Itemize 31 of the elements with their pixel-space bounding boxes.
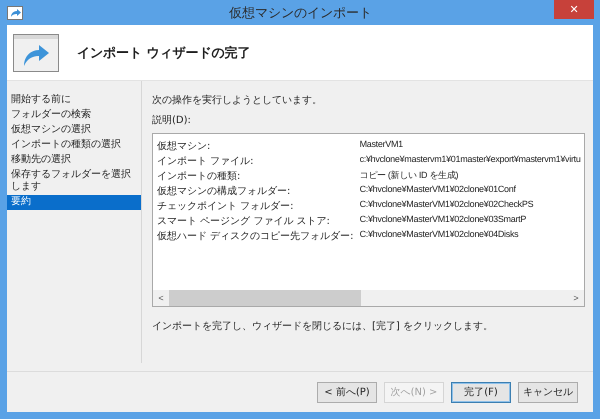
close-button[interactable]: ✕ [554, 0, 594, 19]
sidebar-item[interactable]: 保存するフォルダーを選択します [7, 168, 141, 195]
summary-label: チェックポイント フォルダー: [157, 200, 295, 213]
scrollbar-thumb[interactable] [169, 290, 361, 306]
summary-label: 仮想ハード ディスクのコピー先フォルダー: [157, 230, 354, 243]
sidebar-item[interactable]: フォルダーの検索 [7, 108, 141, 123]
summary-label: 仮想マシン: [157, 140, 212, 153]
summary-value: C:¥hvclone¥MasterVM1¥02clone¥03SmartP [360, 214, 528, 226]
footer-note: インポートを完了し、ウィザードを閉じるには、[完了] をクリックします。 [152, 320, 494, 333]
summary-value: C:¥hvclone¥MasterVM1¥02clone¥01Conf [360, 184, 517, 196]
sidebar-item[interactable]: 仮想マシンの選択 [7, 123, 141, 138]
summary-label: インポートの種類: [157, 170, 242, 183]
summary-value: C:¥hvclone¥MasterVM1¥02clone¥02CheckPS [360, 199, 534, 211]
description-label: 説明(D): [152, 114, 192, 127]
intro-text: 次の操作を実行しようとしています。 [152, 94, 323, 107]
sidebar-item[interactable]: 要約 [7, 195, 141, 210]
wizard-button[interactable]: キャンセル [518, 382, 578, 402]
summary-value: c:¥hvclone¥mastervm1¥01master¥export¥mastervm1¥virtu [360, 154, 581, 166]
summary-value: C:¥hvclone¥MasterVM1¥02clone¥04Disks [360, 229, 520, 241]
summary-value: MasterVM1 [360, 139, 404, 151]
summary-label: インポート ファイル: [157, 155, 255, 168]
window-title: 仮想マシンのインポート [228, 4, 373, 22]
sidebar-item[interactable]: インポートの種類の選択 [7, 138, 141, 153]
sidebar-item[interactable]: 開始する前に [7, 93, 141, 108]
summary-label: 仮想マシンの構成フォルダー: [157, 184, 292, 198]
wizard-title: インポート ウィザードの完了 [77, 44, 251, 62]
wizard-button[interactable]: < 前へ(P) [317, 382, 377, 402]
summary-label: スマート ページング ファイル ストア: [157, 215, 331, 228]
sidebar-item[interactable]: 移動先の選択 [7, 153, 141, 168]
summary-value: コピー (新しい ID を生成) [360, 169, 460, 182]
wizard-button[interactable]: 完了(F) [451, 382, 511, 402]
